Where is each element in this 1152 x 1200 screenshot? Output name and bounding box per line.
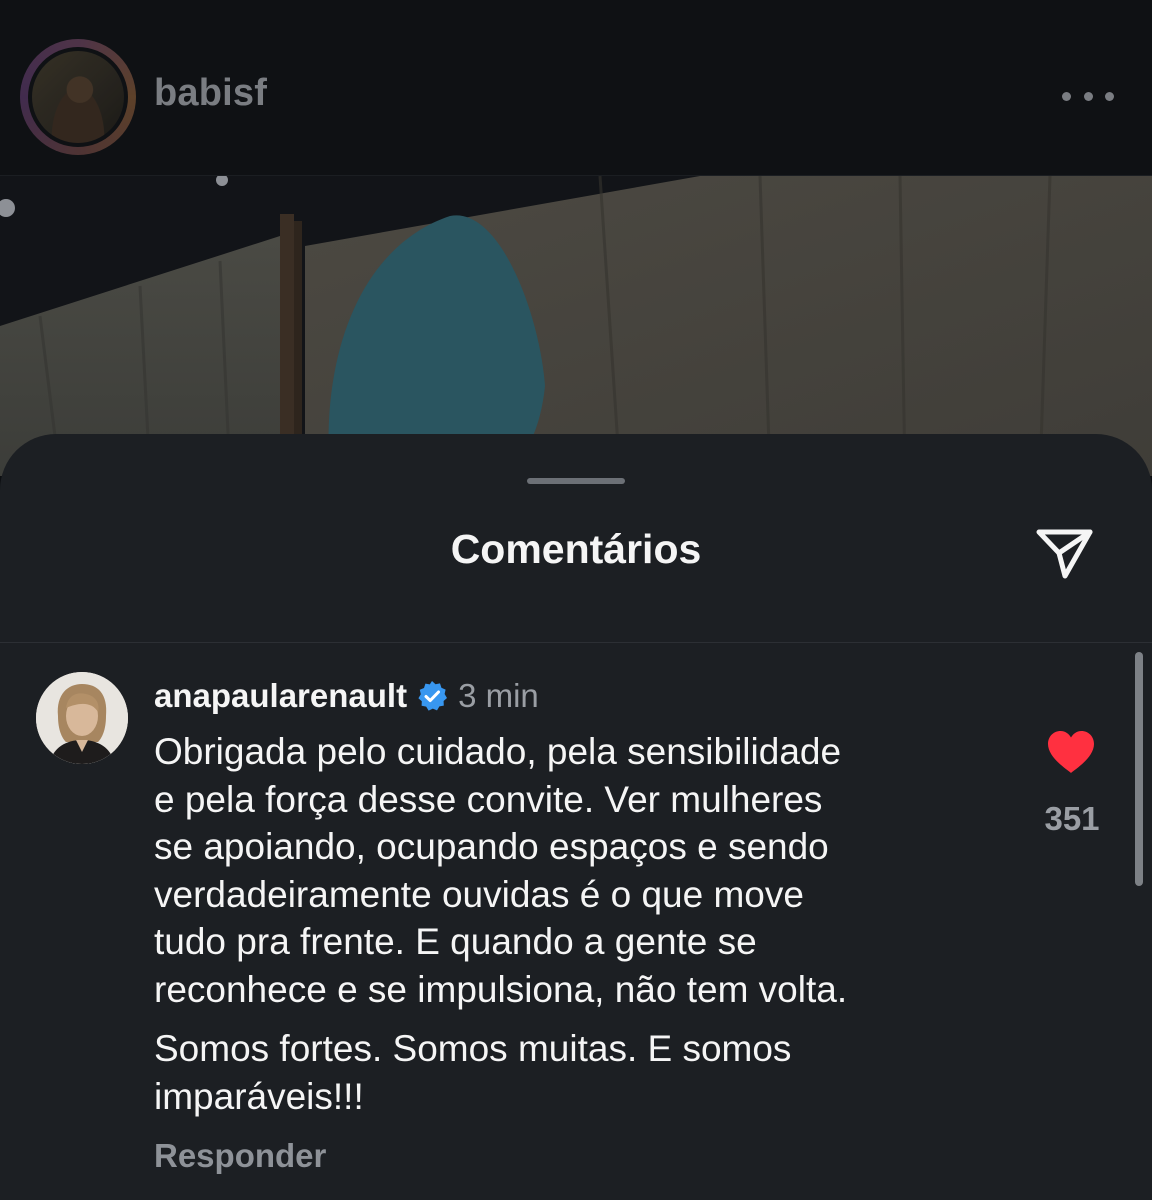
send-icon-glyph	[1036, 529, 1093, 579]
divider	[0, 642, 1152, 643]
commenter-avatar-photo	[36, 672, 128, 764]
comment-paragraph: Obrigada pelo cuidado, pela sensibilidad…	[154, 731, 848, 1010]
verified-badge-icon	[416, 680, 448, 712]
send-icon[interactable]	[1028, 516, 1100, 588]
more-horizontal-icon[interactable]	[1062, 90, 1114, 102]
post-author-username[interactable]: babisf	[154, 72, 267, 115]
dot	[1062, 91, 1071, 101]
instagram-post-screen: babisf Comentários anapaularenault 3 min…	[0, 0, 1152, 1200]
like-count: 351	[1044, 800, 1100, 837]
sheet-title: Comentários	[450, 526, 702, 572]
scrollbar[interactable]	[1135, 652, 1143, 886]
post-image[interactable]	[0, 176, 1152, 476]
dot	[1083, 91, 1093, 101]
reply-button[interactable]: Responder	[154, 1137, 326, 1175]
comment-timestamp: 3 min	[458, 677, 539, 714]
author-avatar-photo	[32, 51, 124, 143]
comments-sheet: Comentários anapaularenault 3 min Obriga…	[0, 434, 1152, 1200]
heart-icon[interactable]	[1043, 727, 1099, 777]
commenter-avatar[interactable]	[36, 672, 128, 764]
comment-header: anapaularenault 3 min	[154, 677, 539, 715]
comment-paragraph: Somos fortes. Somos muitas. E somos impa…	[154, 1028, 792, 1117]
post-photo	[0, 176, 1152, 476]
sheet-drag-handle[interactable]	[527, 478, 625, 484]
author-avatar[interactable]	[20, 39, 136, 155]
comment-username[interactable]: anapaularenault	[154, 677, 407, 715]
comment-text: Obrigada pelo cuidado, pela sensibilidad…	[154, 728, 1014, 1120]
post-header: babisf	[0, 0, 1152, 176]
heart-icon-glyph	[1048, 731, 1094, 773]
dot	[1105, 91, 1114, 101]
